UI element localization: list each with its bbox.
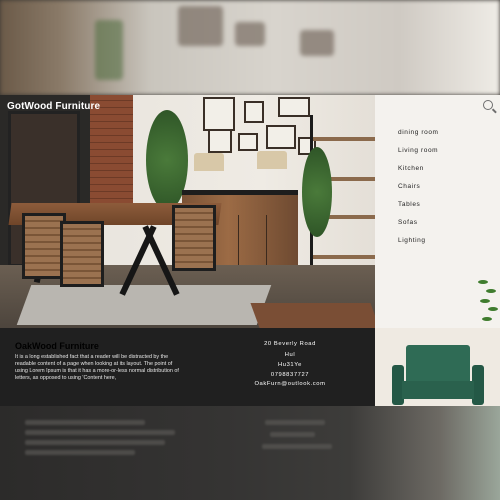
plant-decoration — [478, 275, 500, 330]
address-street: 20 Beverly Road — [264, 341, 316, 347]
footer-title: OakWood Furniture — [15, 341, 99, 351]
backdrop-bottom-blur — [0, 406, 500, 500]
hero-image — [0, 95, 375, 328]
nav-item-lighting[interactable]: Lighting — [398, 237, 426, 244]
nav-item-tables[interactable]: Tables — [398, 201, 420, 208]
nav-item-kitchen[interactable]: Kitchen — [398, 165, 424, 172]
nav-item-dining-room[interactable]: dining room — [398, 129, 439, 136]
nav-item-sofas[interactable]: Sofas — [398, 219, 418, 226]
email-link[interactable]: OakFurn@outlook.com — [230, 381, 350, 387]
nav-item-living-room[interactable]: Living room — [398, 147, 438, 154]
address-postcode: Hu31Ye — [277, 362, 303, 368]
backdrop-top-blur — [0, 0, 500, 95]
footer-description: It is a long established fact that a rea… — [15, 354, 179, 381]
phone-number[interactable]: 0798837727 — [230, 372, 350, 378]
nav-item-chairs[interactable]: Chairs — [398, 183, 420, 190]
armchair-product-image[interactable] — [392, 345, 484, 405]
brand-logo-text[interactable]: GotWood Furniture — [7, 101, 100, 112]
address-city: Hul — [284, 352, 296, 358]
